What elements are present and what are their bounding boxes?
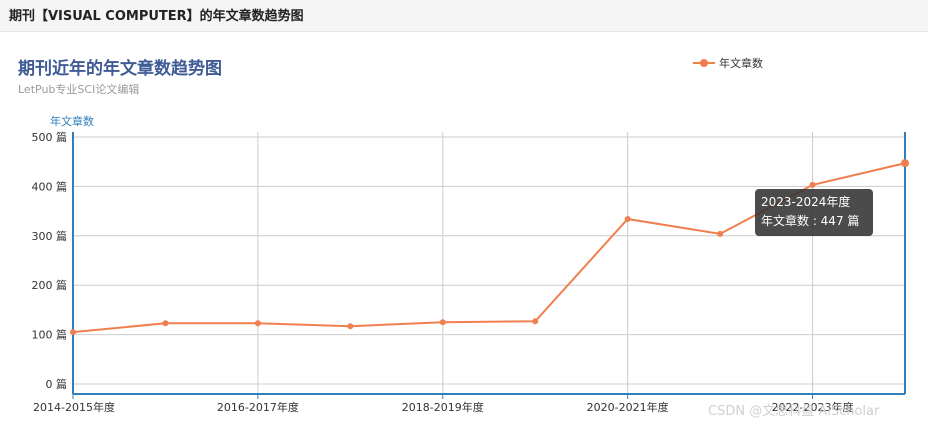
data-point [717, 230, 724, 237]
data-point [532, 318, 539, 325]
tooltip-category: 2023-2024年度 [761, 195, 851, 209]
data-point [254, 320, 261, 327]
x-tick-label: 2020-2021年度 [587, 400, 669, 414]
data-point [901, 159, 909, 168]
data-point [70, 329, 76, 336]
data-tooltip: 2023-2024年度 年文章数 : 447 篇 [755, 189, 873, 236]
data-point [347, 323, 354, 330]
x-tick-label: 2016-2017年度 [217, 400, 299, 414]
x-tick-label: 2014-2015年度 [33, 400, 115, 414]
y-tick-label: 500 篇 [32, 130, 68, 144]
y-tick-label: 200 篇 [32, 278, 68, 292]
tooltip-value: 年文章数 : 447 篇 [761, 214, 860, 228]
x-tick-label: 2018-2019年度 [402, 400, 484, 414]
y-tick-label: 0 篇 [46, 377, 68, 391]
data-point [809, 181, 816, 188]
y-tick-label: 400 篇 [32, 179, 68, 193]
data-point [162, 320, 169, 327]
data-point [624, 216, 631, 223]
y-tick-label: 100 篇 [32, 328, 68, 342]
y-tick-label: 300 篇 [32, 229, 68, 243]
watermark: CSDN @文思科盘 AiScholar [708, 404, 880, 419]
data-point [439, 319, 446, 326]
